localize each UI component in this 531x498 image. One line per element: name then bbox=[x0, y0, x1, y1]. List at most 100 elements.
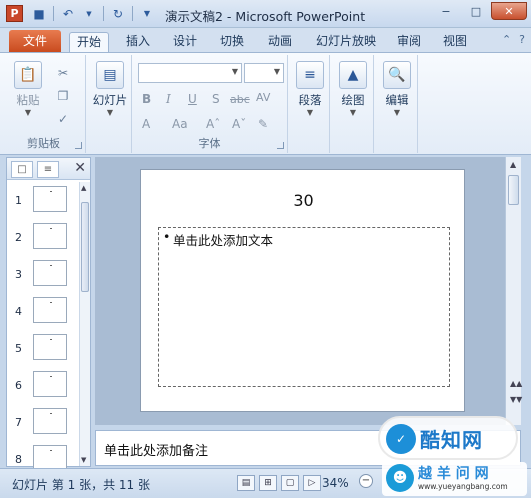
slides-panel-header: □ ≡ ✕ bbox=[7, 158, 90, 180]
slideshow-view-icon[interactable]: ▷ bbox=[303, 475, 321, 491]
zoom-out-icon[interactable]: − bbox=[359, 474, 373, 488]
tab-design[interactable]: 设计 bbox=[167, 32, 203, 52]
slide-thumbnail-row[interactable]: 2 bbox=[7, 223, 79, 253]
strikethrough-icon[interactable]: abc bbox=[230, 93, 250, 106]
slide-thumbnail-row[interactable]: 3 bbox=[7, 260, 79, 290]
save-icon[interactable]: ■ bbox=[30, 5, 48, 22]
slide-thumbnail[interactable] bbox=[33, 223, 67, 249]
font-launcher-icon[interactable] bbox=[277, 142, 284, 149]
title-bar: P ■ ↶ ▼ ↻ ▼ 演示文稿2 - Microsoft PowerPoint… bbox=[0, 0, 531, 28]
drawing-label: 绘图 bbox=[341, 93, 365, 107]
slide-thumbnail-row[interactable]: 5 bbox=[7, 334, 79, 364]
character-spacing-icon[interactable]: AV bbox=[256, 91, 270, 104]
powerpoint-app-icon[interactable]: P bbox=[6, 5, 23, 22]
drawing-button[interactable]: ▲ 绘图 ▼ bbox=[334, 61, 372, 117]
tab-review[interactable]: 审阅 bbox=[392, 32, 426, 52]
close-panel-icon[interactable]: ✕ bbox=[74, 160, 86, 176]
cut-icon[interactable]: ✂ bbox=[54, 65, 72, 81]
slides-panel-scrollbar[interactable]: ▲ ▼ bbox=[79, 182, 90, 466]
italic-icon[interactable]: I bbox=[166, 92, 171, 106]
window-controls: − □ ✕ bbox=[431, 2, 527, 20]
customize-qat-icon[interactable]: ▼ bbox=[138, 5, 156, 22]
tab-view[interactable]: 视图 bbox=[438, 32, 472, 52]
paste-label: 粘贴 bbox=[16, 93, 40, 107]
help-area: ⌃ ? bbox=[502, 33, 525, 46]
chevron-down-icon: ▼ bbox=[231, 67, 238, 76]
slide-thumbnail[interactable] bbox=[33, 260, 67, 286]
scroll-up-icon[interactable]: ▲ bbox=[81, 184, 86, 192]
slide-title[interactable]: 30 bbox=[141, 191, 466, 210]
clear-formatting-icon[interactable]: ✎ bbox=[258, 117, 268, 131]
group-label-font: 字体 bbox=[198, 137, 221, 150]
view-buttons: ▤ ⊞ ▢ ▷ bbox=[237, 475, 321, 491]
reading-view-icon[interactable]: ▢ bbox=[281, 475, 299, 491]
font-color-icon[interactable]: A bbox=[142, 117, 150, 131]
tab-file[interactable]: 文件 bbox=[9, 30, 61, 52]
scroll-down-icon[interactable]: ▼ bbox=[81, 456, 86, 464]
scrollbar-thumb[interactable] bbox=[81, 202, 89, 292]
slide-thumbnail-row[interactable]: 1 bbox=[7, 186, 79, 216]
tab-insert[interactable]: 插入 bbox=[120, 32, 156, 52]
scrollbar-thumb[interactable] bbox=[508, 175, 519, 205]
help-icon[interactable]: ? bbox=[519, 33, 525, 46]
dropdown-arrow-icon[interactable]: ▼ bbox=[80, 5, 98, 22]
slides-tab-icon[interactable]: □ bbox=[11, 161, 33, 178]
format-painter-icon[interactable]: ✓ bbox=[54, 111, 72, 127]
slide-thumbnail-row[interactable]: 7 bbox=[7, 408, 79, 438]
current-slide[interactable]: 30 • 单击此处添加文本 bbox=[140, 169, 465, 412]
bold-icon[interactable]: B bbox=[142, 92, 151, 106]
content-placeholder[interactable]: • 单击此处添加文本 bbox=[158, 227, 450, 387]
slide-number: 7 bbox=[15, 416, 22, 429]
slide-thumbnail-row[interactable]: 4 bbox=[7, 297, 79, 327]
outline-tab-icon[interactable]: ≡ bbox=[37, 161, 59, 178]
group-font: ▼ ▼ B I U S abc AV A Aa Aˆ Aˇ ✎ 字体 bbox=[132, 55, 288, 153]
close-button[interactable]: ✕ bbox=[491, 2, 527, 20]
slide-sorter-icon[interactable]: ⊞ bbox=[259, 475, 277, 491]
watermark-logo-bottom: ☻ 越 羊 问 网 www.yueyangbang.com bbox=[382, 462, 527, 496]
shrink-font-icon[interactable]: Aˇ bbox=[232, 117, 246, 131]
slide-thumbnail[interactable] bbox=[33, 334, 67, 360]
paste-icon: 📋 bbox=[14, 61, 42, 89]
slide-thumbnail[interactable] bbox=[33, 371, 67, 397]
slide-thumbnail[interactable] bbox=[33, 297, 67, 323]
font-size-select[interactable]: ▼ bbox=[244, 63, 284, 83]
tab-transitions[interactable]: 切换 bbox=[214, 32, 250, 52]
shadow-icon[interactable]: S bbox=[212, 92, 220, 106]
slide-thumbnail-row[interactable]: 6 bbox=[7, 371, 79, 401]
tab-animations[interactable]: 动画 bbox=[262, 32, 298, 52]
slide-thumbnail[interactable] bbox=[33, 408, 67, 434]
underline-icon[interactable]: U bbox=[188, 92, 197, 106]
undo-icon[interactable]: ↶ bbox=[59, 5, 77, 22]
slide-number: 3 bbox=[15, 268, 22, 281]
minimize-button[interactable]: − bbox=[431, 2, 461, 20]
font-name-select[interactable]: ▼ bbox=[138, 63, 242, 83]
copy-icon[interactable]: ❐ bbox=[54, 88, 72, 104]
group-clipboard: 📋 粘贴 ▼ ✂ ❐ ✓ 剪贴板 bbox=[2, 55, 86, 153]
previous-slide-icon[interactable]: ▲▲ bbox=[510, 379, 522, 388]
paragraph-button[interactable]: ≡ 段落 ▼ bbox=[292, 61, 328, 117]
scroll-up-icon[interactable]: ▲ bbox=[510, 160, 516, 169]
grow-font-icon[interactable]: Aˆ bbox=[206, 117, 220, 131]
zoom-level[interactable]: 34% bbox=[322, 476, 349, 490]
normal-view-icon[interactable]: ▤ bbox=[237, 475, 255, 491]
slide-thumbnails: 1 2 3 4 5 6 7 8 bbox=[7, 182, 79, 471]
editor-scrollbar[interactable]: ▲ ▲▲ ▼▼ bbox=[505, 157, 522, 425]
change-case-icon[interactable]: Aa bbox=[172, 117, 188, 131]
slide-editor-area: 30 • 单击此处添加文本 bbox=[95, 157, 505, 425]
tab-slideshow[interactable]: 幻灯片放映 bbox=[308, 32, 384, 52]
slide-number: 5 bbox=[15, 342, 22, 355]
paste-button[interactable]: 📋 粘贴 ▼ bbox=[8, 61, 48, 117]
editing-label: 编辑 bbox=[385, 93, 409, 107]
group-label-clipboard: 剪贴板 bbox=[27, 137, 60, 150]
new-slide-button[interactable]: ▤ 幻灯片 ▼ bbox=[90, 61, 130, 117]
editing-button[interactable]: 🔍 编辑 ▼ bbox=[378, 61, 416, 117]
minimize-ribbon-icon[interactable]: ⌃ bbox=[502, 33, 511, 46]
maximize-button[interactable]: □ bbox=[461, 2, 491, 20]
tab-home[interactable]: 开始 bbox=[69, 32, 109, 52]
redo-icon[interactable]: ↻ bbox=[109, 5, 127, 22]
watermark-url: www.yueyangbang.com bbox=[418, 482, 508, 491]
clipboard-launcher-icon[interactable] bbox=[75, 142, 82, 149]
slide-thumbnail[interactable] bbox=[33, 186, 67, 212]
next-slide-icon[interactable]: ▼▼ bbox=[510, 395, 522, 404]
paragraph-label: 段落 bbox=[298, 93, 322, 107]
